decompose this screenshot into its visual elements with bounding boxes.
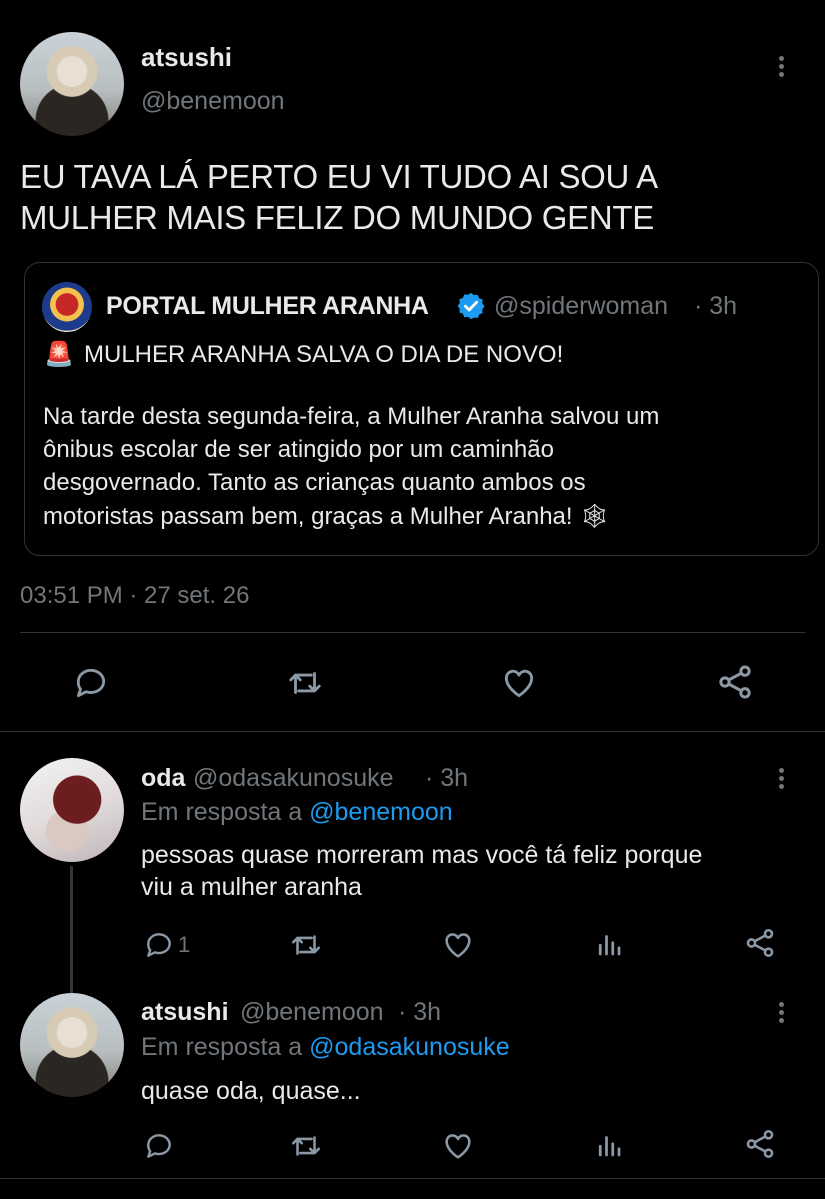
reply-to-link[interactable]: @odasakunosuke bbox=[309, 1033, 510, 1061]
quoted-author-name: PORTAL MULHER ARANHA bbox=[106, 292, 429, 320]
reply-icon[interactable] bbox=[143, 929, 175, 961]
tweet-timestamp[interactable]: 03:51 PM · 27 set. 26 bbox=[20, 582, 249, 610]
analytics-icon[interactable] bbox=[594, 1129, 624, 1161]
reply-context: Em resposta a @benemoon bbox=[141, 798, 453, 827]
share-icon[interactable] bbox=[743, 926, 777, 960]
like-icon[interactable] bbox=[441, 928, 475, 962]
quoted-time: · 3h bbox=[694, 292, 738, 320]
section-divider bbox=[0, 1178, 825, 1179]
reply-display-name[interactable]: atsushi bbox=[141, 998, 229, 1027]
reply-text-line2: viu a mulher aranha bbox=[141, 873, 362, 901]
reply-handle[interactable]: @odasakunosuke bbox=[193, 764, 394, 793]
retweet-icon[interactable] bbox=[285, 664, 325, 702]
reply-count: 1 bbox=[178, 932, 191, 957]
reply-prefix: Em resposta a bbox=[141, 798, 303, 826]
share-icon[interactable] bbox=[715, 662, 755, 702]
quoted-author-avatar bbox=[42, 282, 92, 332]
author-avatar[interactable] bbox=[20, 32, 124, 136]
reply-context: Em resposta a @odasakunosuke bbox=[141, 1033, 510, 1062]
reply-time: · 3h bbox=[425, 764, 469, 792]
like-icon[interactable] bbox=[500, 664, 538, 702]
reply-icon[interactable] bbox=[143, 1130, 175, 1162]
reply-avatar[interactable] bbox=[20, 993, 124, 1097]
reply-text-line1: pessoas quase morreram mas você tá feliz… bbox=[141, 841, 703, 869]
tweet-text-line2: MULHER MAIS FELIZ DO MUNDO GENTE bbox=[20, 199, 654, 236]
more-icon[interactable] bbox=[779, 53, 784, 80]
quoted-body-line1: Na tarde desta segunda-feira, a Mulher A… bbox=[43, 403, 660, 430]
tweet-text-line1: EU TAVA LÁ PERTO EU VI TUDO AI SOU A bbox=[20, 158, 658, 195]
siren-icon: 🚨 bbox=[44, 341, 74, 368]
reply-to-link[interactable]: @benemoon bbox=[309, 798, 453, 826]
reply-time: · 3h bbox=[398, 998, 442, 1026]
more-icon[interactable] bbox=[779, 999, 784, 1026]
reply-prefix: Em resposta a bbox=[141, 1033, 303, 1061]
divider bbox=[20, 632, 805, 633]
quoted-body-line3: desgovernado. Tanto as crianças quanto a… bbox=[43, 469, 586, 496]
retweet-icon[interactable] bbox=[288, 1129, 324, 1163]
quoted-body-line2: ônibus escolar de ser atingido por um ca… bbox=[43, 436, 554, 463]
quoted-body-line4: motoristas passam bem, graças a Mulher A… bbox=[43, 503, 610, 530]
retweet-icon[interactable] bbox=[288, 928, 324, 962]
like-icon[interactable] bbox=[441, 1129, 475, 1163]
author-handle[interactable]: @benemoon bbox=[141, 87, 285, 116]
reply-handle[interactable]: @benemoon bbox=[240, 998, 384, 1027]
reply-display-name[interactable]: oda bbox=[141, 764, 185, 793]
share-icon[interactable] bbox=[743, 1127, 777, 1161]
reply-text-line1: quase oda, quase... bbox=[141, 1077, 361, 1105]
quoted-headline: MULHER ARANHA SALVA O DIA DE NOVO! bbox=[84, 341, 564, 368]
verified-badge-icon bbox=[456, 291, 486, 321]
analytics-icon[interactable] bbox=[594, 928, 624, 960]
quoted-author-handle: @spiderwoman bbox=[494, 292, 669, 320]
reply-avatar[interactable] bbox=[20, 758, 124, 862]
author-display-name[interactable]: atsushi bbox=[141, 42, 232, 73]
section-divider bbox=[0, 731, 825, 732]
more-icon[interactable] bbox=[779, 765, 784, 792]
reply-icon[interactable] bbox=[72, 664, 110, 702]
thread-line bbox=[70, 866, 73, 994]
